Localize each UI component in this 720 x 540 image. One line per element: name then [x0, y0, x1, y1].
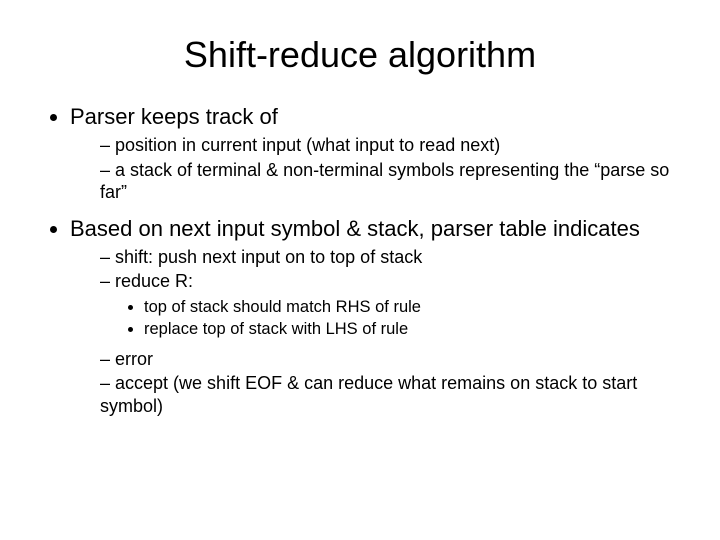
bullet-2-sub-4: accept (we shift EOF & can reduce what r…: [100, 372, 680, 417]
bullet-2-sub-2-text: reduce R:: [115, 271, 193, 291]
bullet-2-sub-3: error: [100, 348, 680, 371]
slide: Shift-reduce algorithm Parser keeps trac…: [0, 0, 720, 540]
bullet-1-text: Parser keeps track of: [70, 104, 278, 129]
bullet-list: Parser keeps track of position in curren…: [40, 104, 680, 417]
bullet-1-sub-2: a stack of terminal & non-terminal symbo…: [100, 159, 680, 204]
bullet-2-sub-2-sub: top of stack should match RHS of rule re…: [100, 297, 680, 340]
bullet-2-sub-2-sub-2: replace top of stack with LHS of rule: [144, 319, 680, 340]
slide-title: Shift-reduce algorithm: [40, 34, 680, 76]
bullet-1-sub-1: position in current input (what input to…: [100, 134, 680, 157]
bullet-2: Based on next input symbol & stack, pars…: [70, 216, 680, 418]
bullet-2-sub-1: shift: push next input on to top of stac…: [100, 246, 680, 269]
bullet-2-sub: shift: push next input on to top of stac…: [70, 246, 680, 418]
bullet-2-sub-2-sub-1: top of stack should match RHS of rule: [144, 297, 680, 318]
bullet-2-text: Based on next input symbol & stack, pars…: [70, 216, 640, 241]
bullet-1: Parser keeps track of position in curren…: [70, 104, 680, 204]
bullet-1-sub: position in current input (what input to…: [70, 134, 680, 204]
bullet-2-sub-2: reduce R: top of stack should match RHS …: [100, 270, 680, 340]
